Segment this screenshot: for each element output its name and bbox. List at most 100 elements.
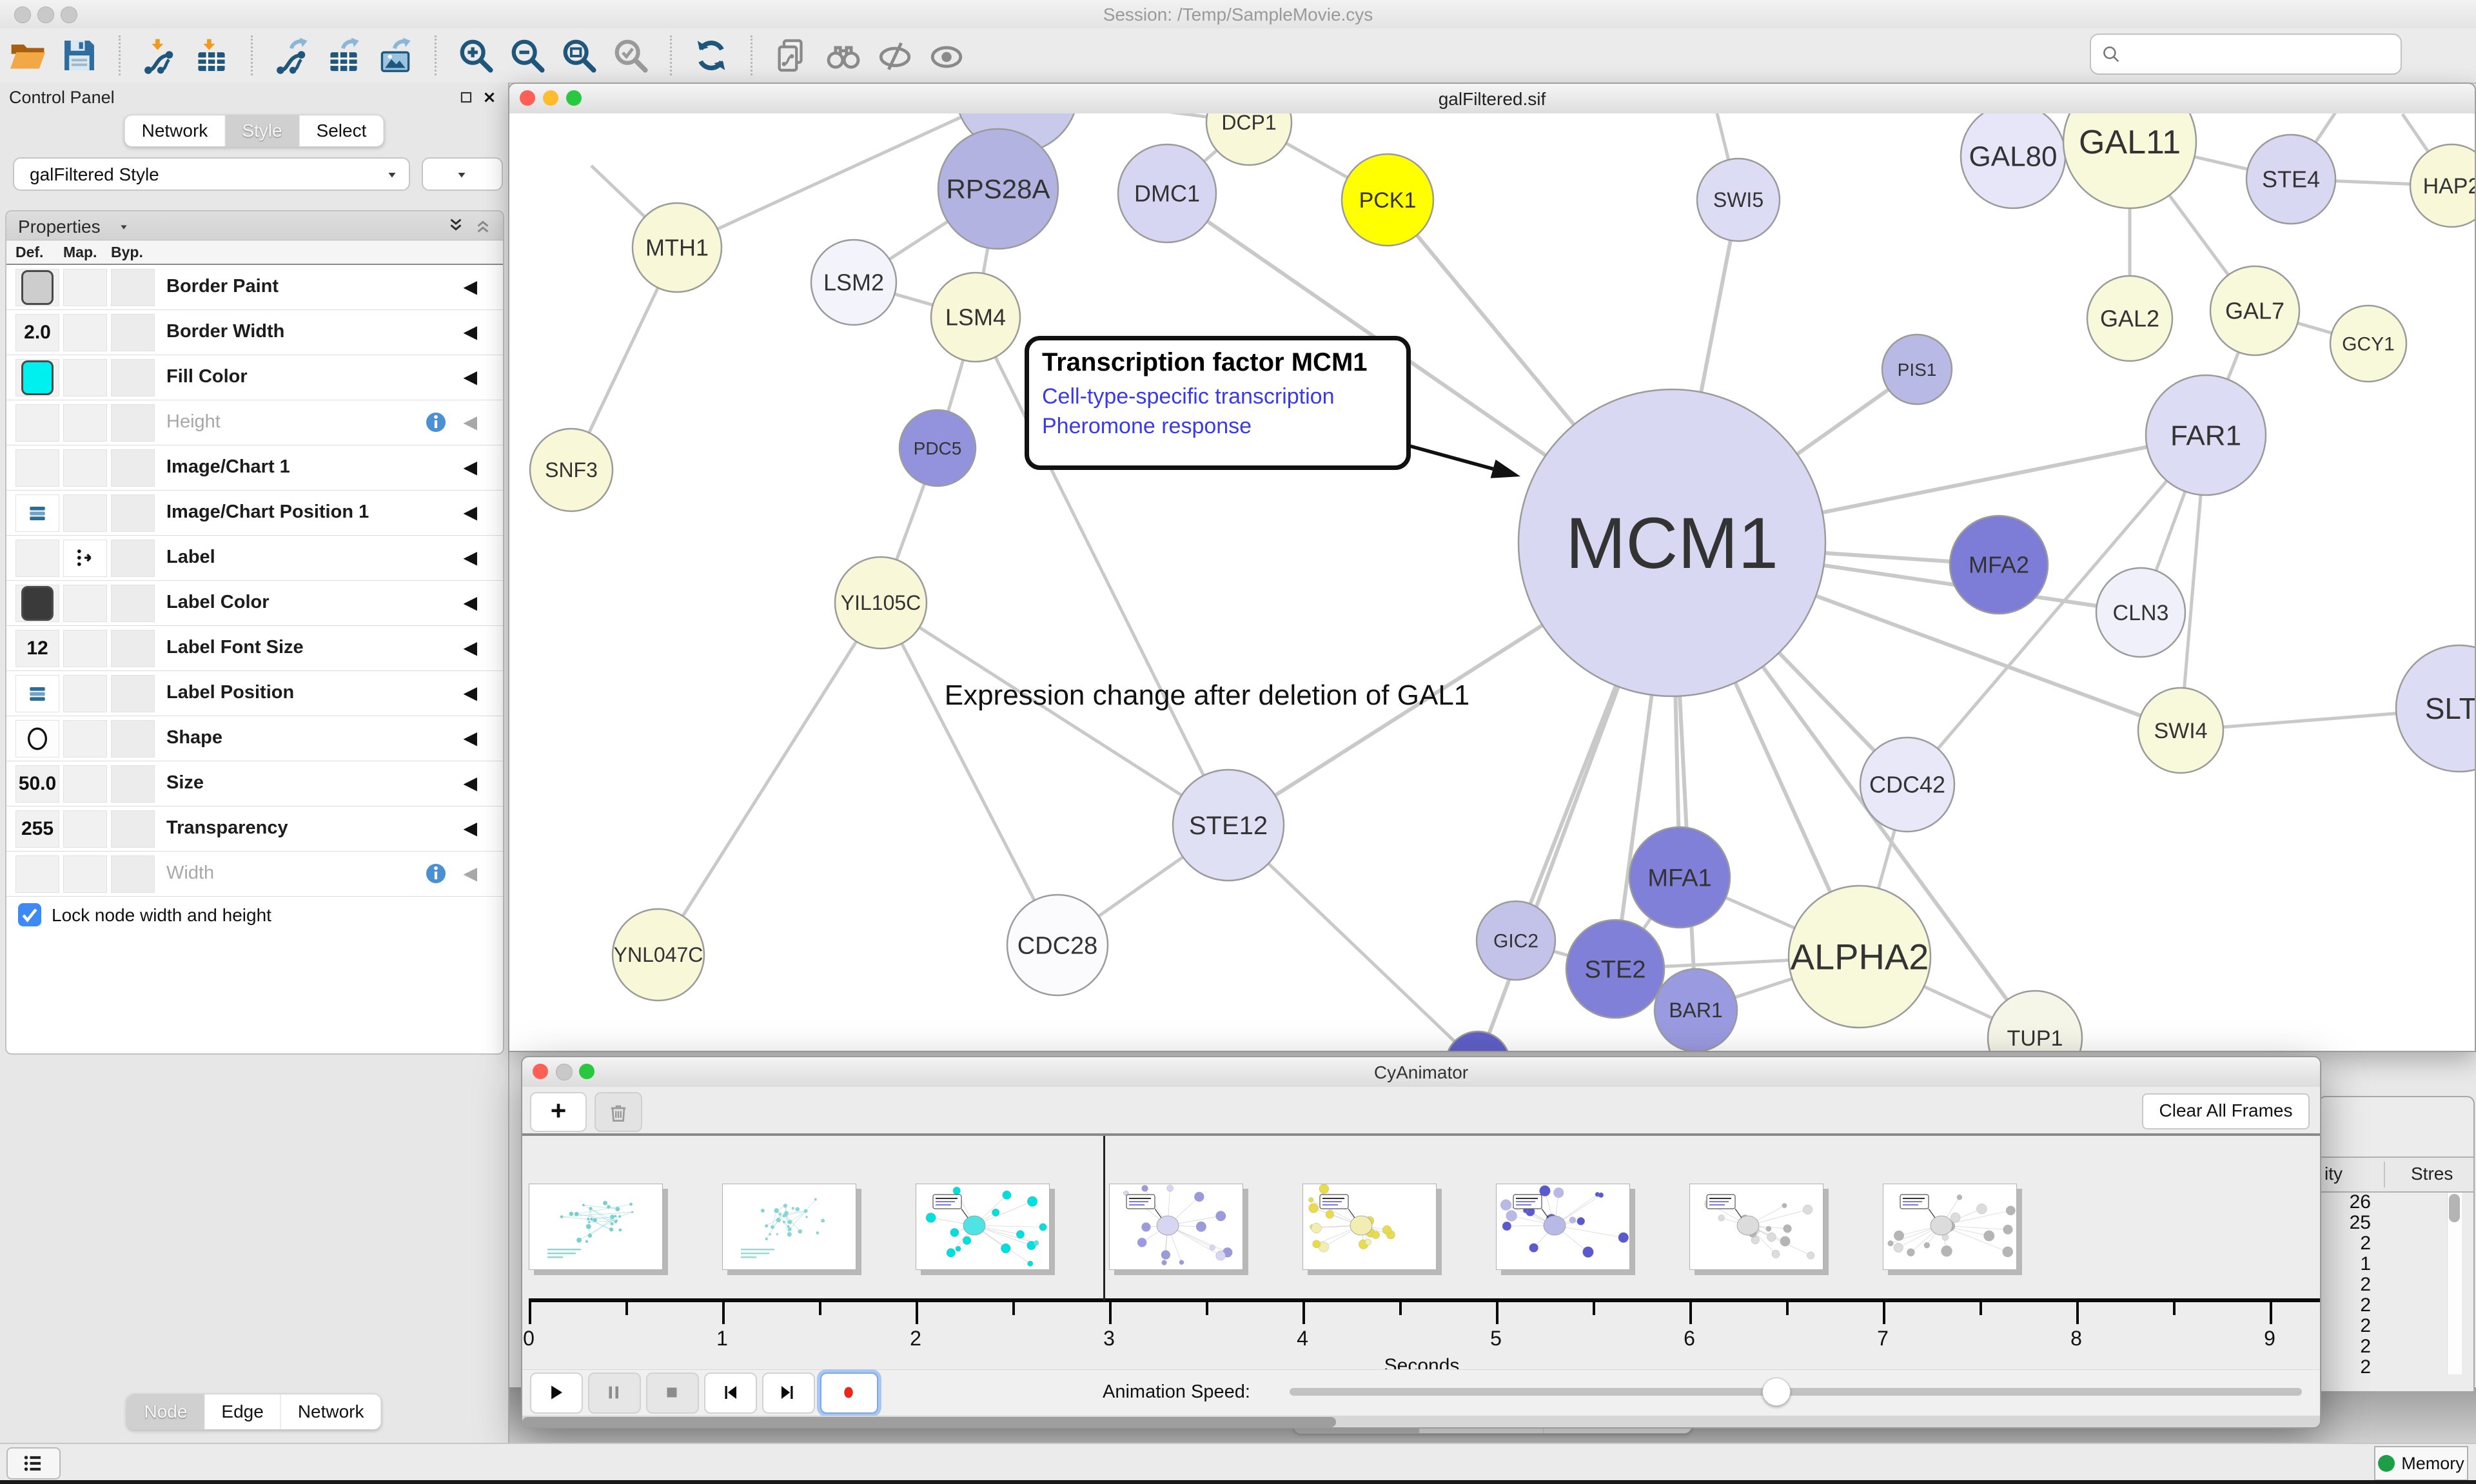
table-column-header[interactable]: Stres [2411,1164,2453,1184]
cyanimator-titlebar[interactable]: CyAnimator [522,1057,2320,1088]
expand-row-arrow-icon[interactable]: ◀ [463,637,477,658]
default-cell[interactable]: 50.0 [15,765,59,803]
frames-timeline-area[interactable]: 0123456789 Seconds [522,1136,2320,1369]
properties-header[interactable]: Properties [6,211,503,240]
default-cell[interactable]: 255 [15,810,59,848]
default-cell[interactable] [15,855,59,893]
mapping-cell[interactable] [63,630,107,667]
table-cell[interactable]: 2 [2319,1315,2371,1336]
import-table-icon[interactable] [193,37,230,74]
expand-row-arrow-icon[interactable]: ◀ [463,276,477,297]
bypass-cell[interactable] [111,494,155,532]
export-network-icon[interactable] [273,37,311,74]
property-row-label-font-size[interactable]: 12Label Font Size◀ [6,626,503,671]
hide-graphics-icon[interactable] [876,37,914,74]
property-row-size[interactable]: 50.0Size◀ [6,761,503,806]
export-table-icon[interactable] [325,37,362,74]
pause-button[interactable] [588,1372,641,1414]
table-cell[interactable]: 25 [2319,1212,2371,1233]
expand-row-arrow-icon[interactable]: ◀ [463,366,477,387]
property-row-border-paint[interactable]: Border Paint◀ [6,265,503,310]
bypass-cell[interactable] [111,675,155,712]
expand-row-arrow-icon[interactable]: ◀ [463,682,477,703]
mapping-cell[interactable] [63,494,107,532]
previous-frame-button[interactable] [704,1372,757,1414]
add-frame-button[interactable]: + [530,1092,587,1132]
network-window-titlebar[interactable]: galFiltered.sif [509,84,2475,114]
table-cell[interactable]: 2 [2319,1336,2371,1356]
frames-horizontal-scrollbar[interactable] [522,1416,2320,1429]
search-input[interactable] [2090,34,2402,75]
expand-row-arrow-icon[interactable]: ◀ [463,411,477,433]
bypass-cell[interactable] [111,314,155,351]
default-cell[interactable] [15,585,59,622]
table-cell[interactable]: 26 [2319,1191,2371,1212]
panel-tab-network[interactable]: Network [281,1394,381,1429]
expand-row-arrow-icon[interactable]: ◀ [463,321,477,342]
mapping-cell[interactable] [63,675,107,712]
scrollbar-thumb[interactable] [522,1417,1336,1427]
expand-row-arrow-icon[interactable]: ◀ [463,863,477,884]
expand-row-arrow-icon[interactable]: ◀ [463,547,477,568]
frame-thumbnail-3[interactable] [1109,1184,1243,1270]
color-swatch[interactable] [21,270,54,305]
property-row-label-position[interactable]: Label Position◀ [6,671,503,716]
expand-all-icon[interactable] [446,216,466,235]
table-column-header[interactable]: ity [2324,1164,2343,1184]
memory-button[interactable]: Memory [2374,1446,2468,1481]
clear-all-frames-button[interactable]: Clear All Frames [2142,1093,2310,1129]
bypass-cell[interactable] [111,720,155,757]
expand-row-arrow-icon[interactable]: ◀ [463,456,477,478]
scrollbar-thumb[interactable] [2449,1194,2460,1222]
info-icon[interactable] [424,411,447,434]
table-cell[interactable]: 2 [2319,1294,2371,1315]
tab-style[interactable]: Style [225,115,299,146]
default-cell[interactable] [15,269,59,306]
property-row-transparency[interactable]: 255Transparency◀ [6,806,503,852]
mapping-cell[interactable] [63,855,107,893]
position-icon[interactable] [15,494,59,532]
network-canvas[interactable]: RPS28BDCP1RPS28ADMC1PCK1SWI5GAL80GAL11ST… [509,113,2475,1051]
default-value[interactable]: 2.0 [24,322,51,344]
tab-network[interactable]: Network [125,115,226,146]
mapping-cell[interactable] [63,585,107,622]
table-header-row[interactable]: ity Stres [2319,1157,2473,1193]
property-row-label-color[interactable]: Label Color◀ [6,581,503,626]
mapping-cell[interactable] [63,269,107,306]
default-cell[interactable] [15,359,59,396]
property-row-image-chart-1[interactable]: Image/Chart 1◀ [6,445,503,491]
default-value[interactable]: 50.0 [19,773,56,795]
mapping-cell[interactable] [63,314,107,351]
info-icon[interactable] [424,862,447,885]
collapse-all-icon[interactable] [473,216,493,235]
bypass-cell[interactable] [111,585,155,622]
style-selector-dropdown[interactable]: galFiltered Style [13,157,410,191]
bypass-cell[interactable] [111,630,155,667]
default-cell[interactable] [15,540,59,577]
table-cell[interactable]: 2 [2319,1233,2371,1253]
frame-thumbnail-6[interactable] [1689,1184,1823,1270]
canvas-caption[interactable]: Expression change after deletion of GAL1 [945,679,1470,712]
float-panel-icon[interactable] [458,89,475,106]
frame-thumbnail-2[interactable] [916,1184,1050,1270]
mapping-cell[interactable] [63,720,107,757]
property-row-image-chart-position-1[interactable]: Image/Chart Position 1◀ [6,491,503,536]
lock-size-checkbox[interactable] [18,903,41,926]
frame-thumbnail-4[interactable] [1302,1184,1437,1270]
mapping-cell[interactable] [63,810,107,848]
zoom-out-icon[interactable] [509,37,546,74]
task-history-button[interactable] [6,1447,61,1479]
annotation-link[interactable]: Cell-type-specific transcription [1042,382,1393,412]
color-swatch[interactable] [21,360,54,395]
annotation-link[interactable]: Pheromone response [1042,412,1393,442]
frame-thumbnail-0[interactable] [529,1184,663,1270]
record-button[interactable] [820,1372,878,1414]
default-cell[interactable]: 12 [15,630,59,667]
position-icon[interactable] [15,675,59,712]
style-options-button[interactable] [422,157,503,191]
table-cell[interactable]: 2 [2319,1356,2371,1377]
bypass-cell[interactable] [111,449,155,487]
annotation-box[interactable]: Transcription factor MCM1 Cell-type-spec… [1025,336,1411,470]
bypass-cell[interactable] [111,359,155,396]
color-swatch[interactable] [21,586,54,621]
